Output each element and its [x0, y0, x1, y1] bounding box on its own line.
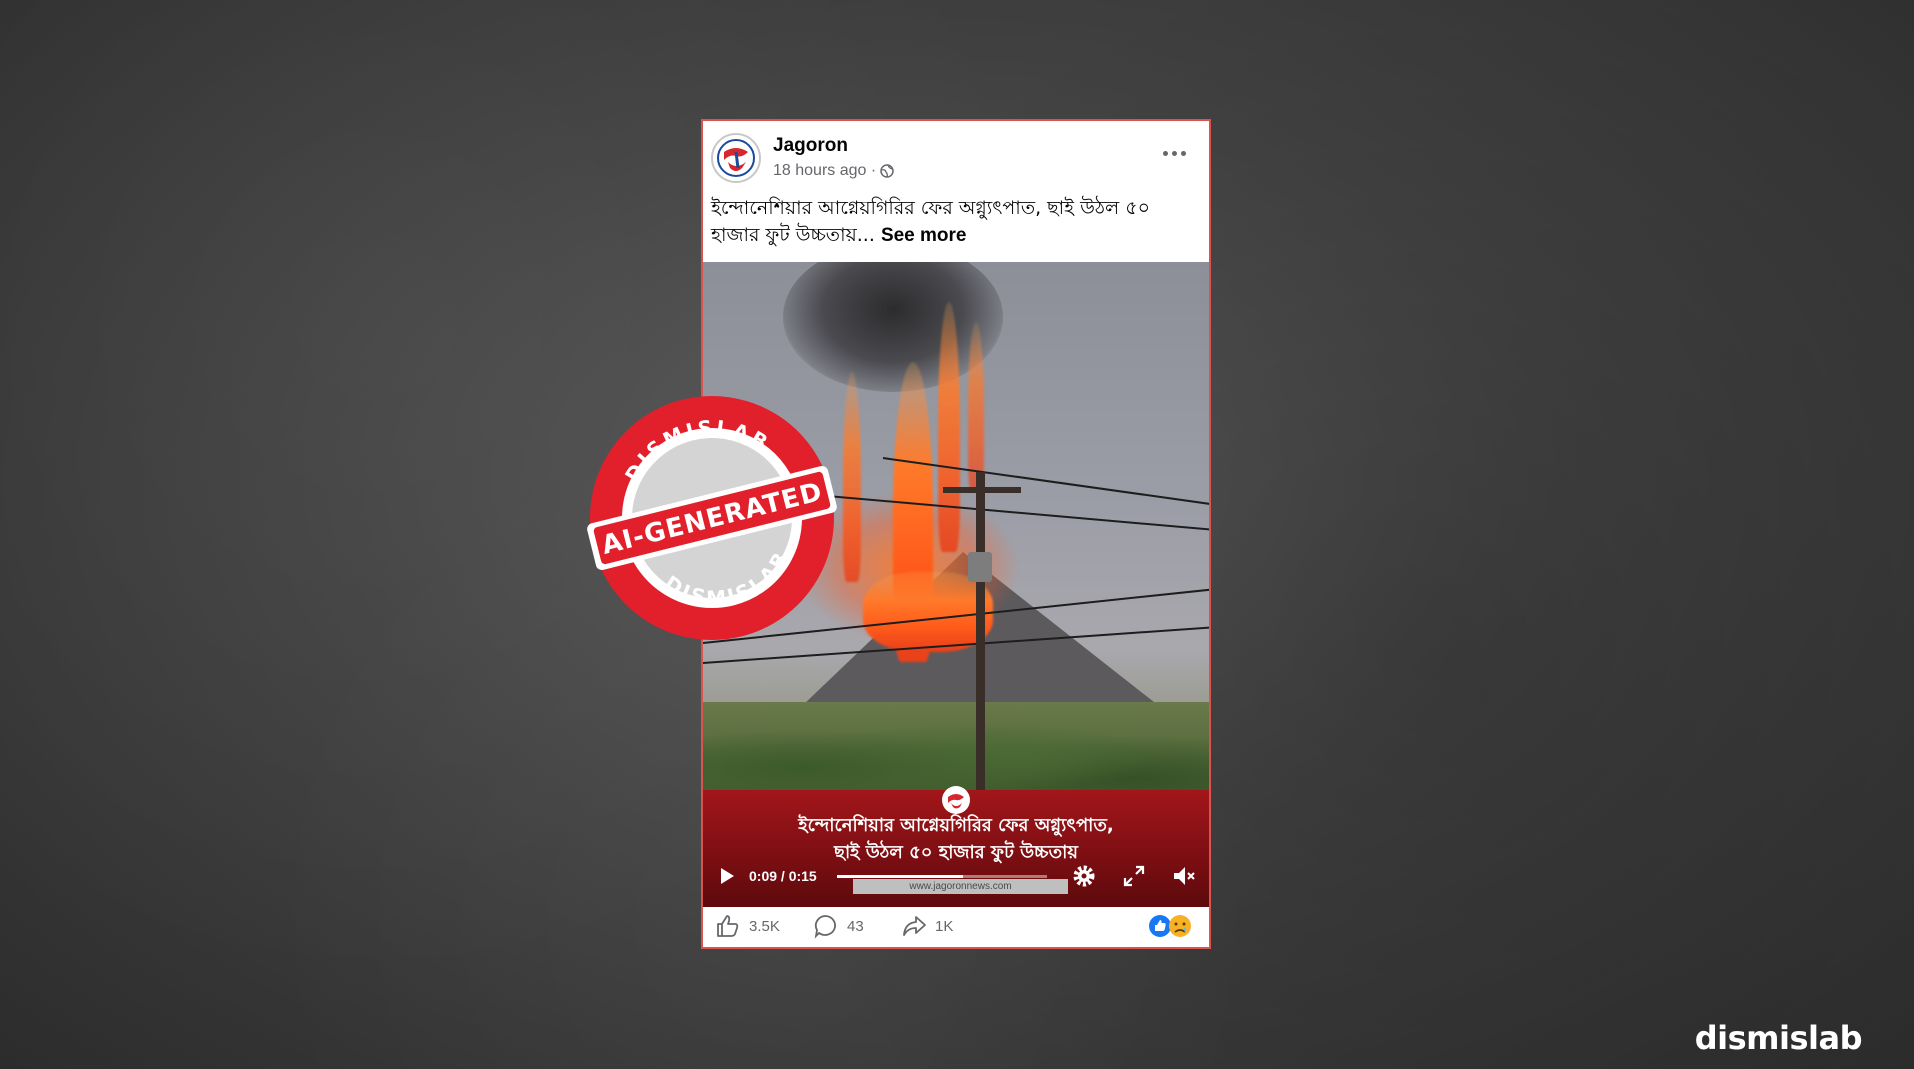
- like-count: 3.5K: [749, 917, 780, 935]
- pole-transformer: [968, 552, 992, 582]
- reaction-icons[interactable]: [1147, 913, 1197, 939]
- play-icon[interactable]: [713, 863, 739, 889]
- lava-fountain: [968, 322, 984, 492]
- more-options-icon[interactable]: [1163, 143, 1189, 163]
- lava-flow: [863, 572, 993, 652]
- fullscreen-icon[interactable]: [1121, 863, 1147, 889]
- video-time: 0:09 / 0:15: [749, 868, 817, 884]
- video-progress-bar[interactable]: [837, 875, 1047, 878]
- ai-generated-stamp: DISMISLAB DISMISLAB AI-GENERATED: [587, 396, 837, 640]
- page-avatar[interactable]: [711, 133, 761, 183]
- like-button[interactable]: 3.5K: [715, 913, 780, 939]
- video-progress-fill: [837, 875, 963, 878]
- thumbs-up-icon: [717, 915, 739, 937]
- video-caption-banner: ইন্দোনেশিয়ার আগ্নেয়গিরির ফের অগ্ন্যুৎপ…: [703, 786, 1209, 907]
- mute-icon[interactable]: [1171, 863, 1197, 889]
- lava-fountain: [843, 372, 861, 582]
- comment-icon: [814, 915, 836, 939]
- jagoron-mark-icon: [948, 794, 964, 809]
- see-more-link[interactable]: See more: [881, 225, 967, 246]
- share-arrow-icon: [903, 916, 926, 936]
- share-button[interactable]: 1K: [901, 913, 953, 939]
- video-headline-line-1: ইন্দোনেশিয়ার আগ্নেয়গিরির ফের অগ্ন্যুৎপ…: [798, 815, 1114, 836]
- sad-reaction-icon: [1169, 915, 1191, 937]
- video-headline: ইন্দোনেশিয়ার আগ্নেয়গিরির ফের অগ্ন্যুৎপ…: [703, 812, 1209, 866]
- settings-gear-icon[interactable]: [1071, 863, 1097, 889]
- post-header: Jagoron 18 hours ago ·: [711, 133, 1201, 185]
- jagoron-small-logo-icon: [942, 786, 970, 814]
- utility-pole: [976, 472, 985, 802]
- utility-pole-crossarm: [943, 487, 1021, 493]
- post-actions: 3.5K 43 1K: [703, 903, 1209, 947]
- share-count: 1K: [935, 917, 954, 935]
- post-caption: ইন্দোনেশিয়ার আগ্নেয়গিরির ফের অগ্ন্যুৎপ…: [711, 195, 1195, 249]
- dismislab-brand-logo: dismislab: [1694, 1019, 1863, 1057]
- post-time-label: 18 hours ago ·: [773, 162, 877, 179]
- comment-button[interactable]: 43: [813, 913, 864, 939]
- globe-icon: [880, 164, 894, 178]
- comment-count: 43: [847, 917, 864, 935]
- jagoron-logo-icon: [717, 139, 755, 177]
- post-timestamp[interactable]: 18 hours ago ·: [773, 162, 894, 180]
- video-controls: 0:09 / 0:15: [703, 861, 1209, 891]
- page-name[interactable]: Jagoron: [773, 135, 848, 157]
- lava-fountain: [938, 302, 960, 552]
